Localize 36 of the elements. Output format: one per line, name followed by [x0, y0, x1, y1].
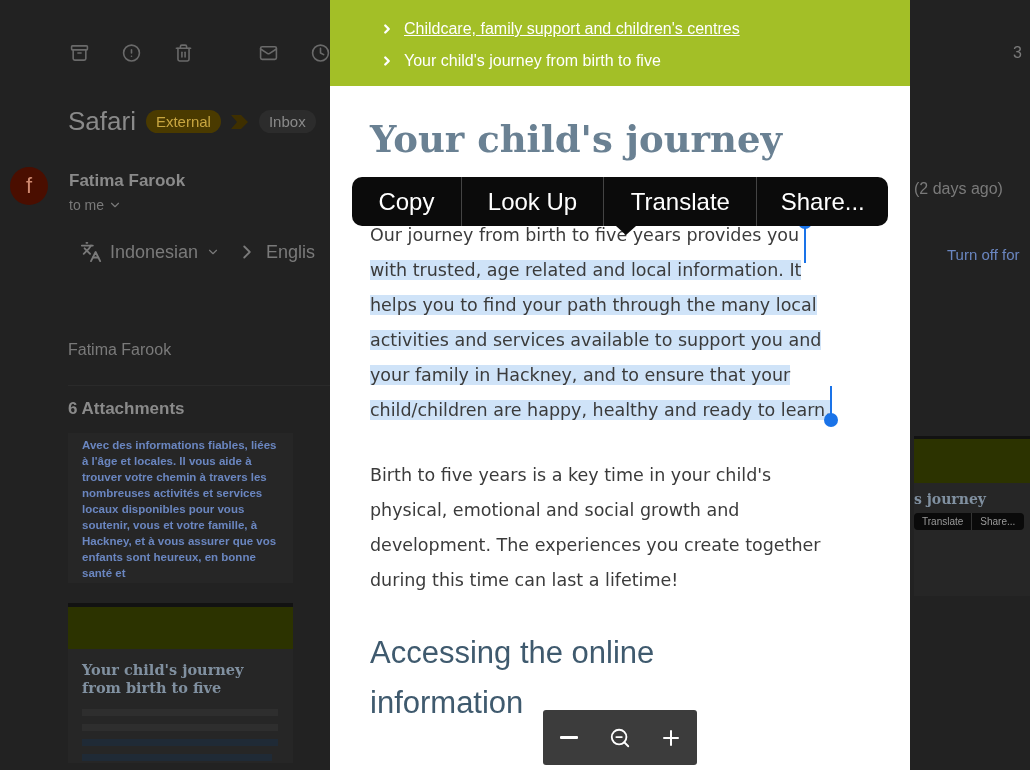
section-heading: Accessing the online	[370, 634, 655, 672]
thumbnail-menu-item: Translate	[921, 515, 965, 529]
avatar: f	[10, 167, 48, 205]
attachments-heading: 6 Attachments	[68, 399, 186, 419]
archive-icon[interactable]	[70, 42, 89, 64]
report-icon[interactable]	[122, 42, 141, 64]
email-subject: Safari	[68, 106, 136, 137]
attachment-thumbnail[interactable]: Your child's journey from birth to five	[68, 603, 293, 763]
signature-text: Fatima Farook	[68, 341, 173, 359]
thumbnail-heading: Your child's journey from birth to five	[81, 660, 245, 698]
attachment-thumbnail[interactable]: s journey Translate Share...	[914, 436, 1030, 596]
label-arrow-icon	[230, 113, 249, 130]
menu-item[interactable]: Look Up	[460, 177, 604, 226]
label-badge: External	[145, 110, 221, 133]
breadcrumb-text: Your child's journey from birth to five	[404, 52, 661, 70]
paragraph: Birth to five years is a key time in your child's physical, emotional and social growth and development. The experiences you create together during this time can last a lifetime!	[370, 464, 822, 592]
thumbnail-heading: s journey	[914, 491, 988, 507]
menu-item[interactable]: Share...	[756, 177, 888, 226]
trash-icon[interactable]	[174, 42, 193, 64]
thumbnail-menu-item: Share...	[971, 513, 1024, 530]
page-title: Your child's journey	[370, 116, 784, 163]
turn-off-link[interactable]: Turn off for	[947, 246, 1030, 263]
translate-icon	[80, 241, 102, 263]
zoom-out-icon	[609, 726, 631, 749]
language-select[interactable]: Englis	[266, 241, 316, 263]
sender-name: Fatima Farook	[69, 171, 186, 191]
section-heading: information	[370, 684, 524, 722]
minus-icon	[560, 736, 578, 739]
label-chip[interactable]: Inbox	[258, 110, 316, 133]
clock-icon[interactable]	[311, 42, 330, 64]
email-time: (2 days ago)	[914, 180, 1004, 198]
language-select[interactable]: Indonesian	[110, 241, 199, 263]
page-count-text: 3	[1013, 44, 1023, 62]
menu-item[interactable]: Translate	[603, 177, 757, 226]
recipient-text: to me	[69, 197, 104, 213]
thumbnail-text: Avec des informations fiables, liées à l'âge et locales. Il vous aide à trouver votre chemin à travers les nombreuses activités et services locaux disponibles pour vous soutenir, vous et votre famille, à Hackney, et à vous assurer que vos enfants sont heureux, en bonne santé et	[82, 438, 278, 581]
